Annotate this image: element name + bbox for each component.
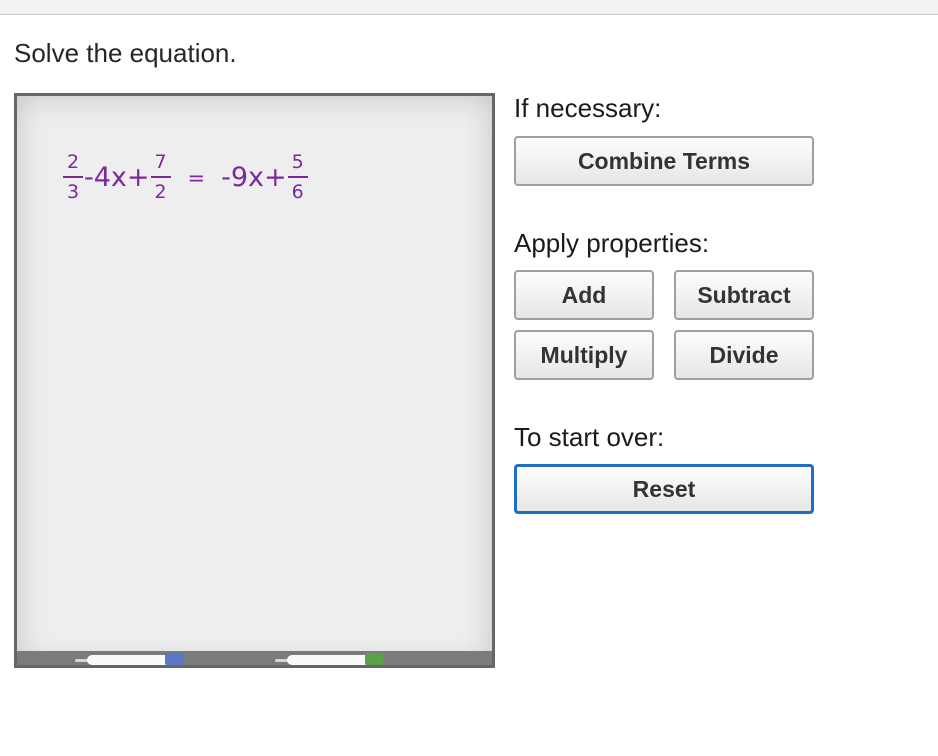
- combine-terms-button[interactable]: Combine Terms: [514, 136, 814, 186]
- denominator: 6: [291, 181, 304, 203]
- add-button[interactable]: Add: [514, 270, 654, 320]
- denominator: 2: [154, 181, 167, 203]
- divide-button[interactable]: Divide: [674, 330, 814, 380]
- numerator: 2: [66, 151, 80, 173]
- rhs-term: -9x+: [221, 162, 287, 193]
- lhs-term: -4x+: [84, 162, 150, 193]
- numerator: 5: [291, 151, 304, 173]
- start-over-label: To start over:: [514, 422, 665, 452]
- subtract-button[interactable]: Subtract: [674, 270, 814, 320]
- top-bar: [0, 0, 938, 15]
- equals-sign: =: [187, 165, 206, 190]
- marker-tray: [17, 651, 492, 665]
- instruction-text: Solve the equation.: [14, 38, 237, 68]
- denominator: 3: [66, 181, 80, 203]
- multiply-button[interactable]: Multiply: [514, 330, 654, 380]
- equation: 2 3 -4x+ 7 2 = -9x+ 5 6: [62, 153, 309, 202]
- fraction-five-sixths: 5 6: [287, 151, 308, 203]
- blue-marker-icon[interactable]: [75, 653, 183, 665]
- whiteboard: 2 3 -4x+ 7 2 = -9x+ 5 6: [14, 93, 495, 668]
- apply-properties-label: Apply properties:: [514, 228, 710, 258]
- numerator: 7: [154, 151, 167, 173]
- green-marker-icon[interactable]: [275, 653, 383, 665]
- if-necessary-label: If necessary:: [514, 93, 662, 123]
- fraction-seven-halves: 7 2: [150, 151, 171, 203]
- fraction-two-thirds: 2 3: [63, 153, 83, 202]
- reset-button[interactable]: Reset: [514, 464, 814, 514]
